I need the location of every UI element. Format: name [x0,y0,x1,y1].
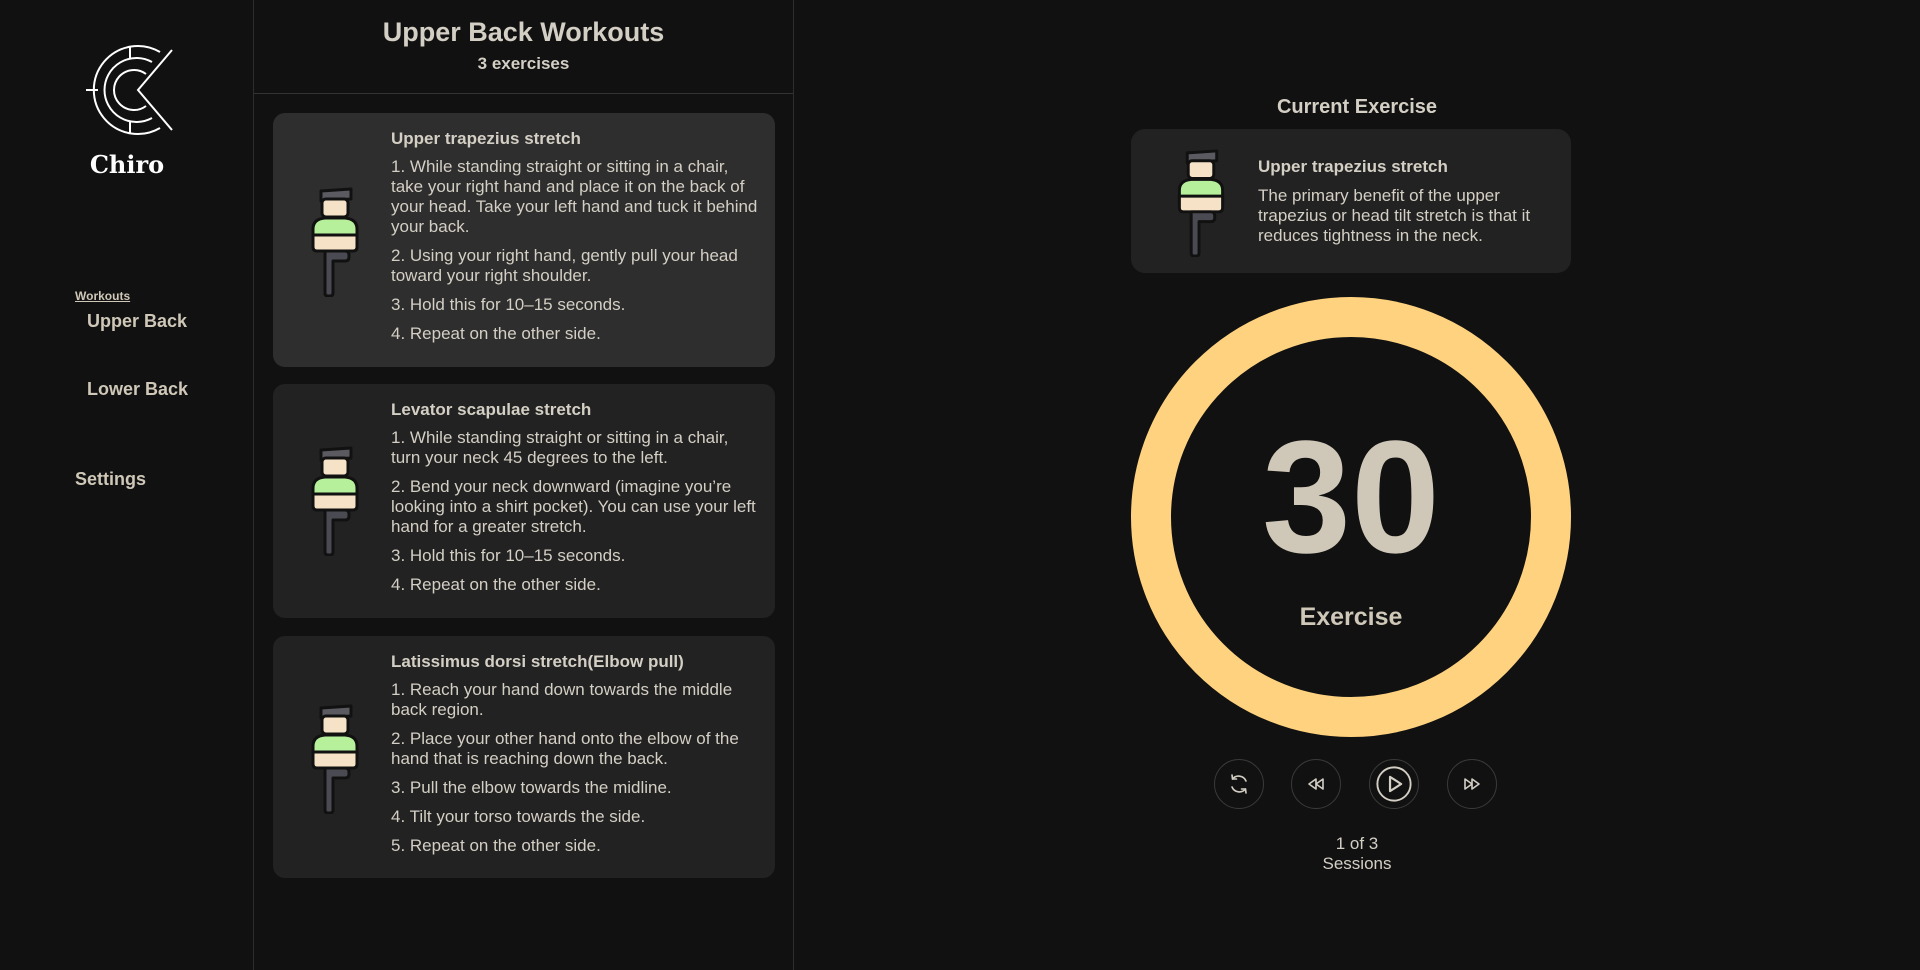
exercise-list-pane: Upper Back Workouts 3 exercises Upper tr… [254,0,794,970]
brand-name: Chiro [89,150,165,179]
exercise-step: 4. Tilt your torso towards the side. [391,807,646,826]
chiro-logo-icon[interactable] [80,40,180,140]
stretch-figure-icon [307,444,363,556]
exercise-step: 1. While standing straight or sitting in… [391,157,758,236]
timer-label: Exercise [1299,603,1403,631]
exercise-card-body: Levator scapulae stretch 1. While standi… [391,400,759,604]
sidebar-item-upper-back[interactable]: Upper Back [87,311,187,332]
nav-section-workouts[interactable]: Workouts [75,289,130,303]
session-label: Sessions [1322,854,1392,873]
current-exercise-description: The primary benefit of the upper trapezi… [1258,186,1531,245]
exercise-title: Upper trapezius stretch [391,129,581,148]
play-icon [1376,766,1412,802]
exercise-step: 3. Pull the elbow towards the midline. [391,778,672,797]
exercise-step: 2. Place your other hand onto the elbow … [391,729,739,768]
session-counter: 1 of 3 Sessions [794,834,1920,874]
exercise-step: 4. Repeat on the other side. [391,324,601,343]
exercise-player: Current Exercise Upper trapezius stretch… [794,0,1920,970]
sidebar: Chiro Workouts Upper Back Lower Back Set… [0,0,254,970]
rewind-icon [1308,778,1324,790]
fast-forward-button[interactable] [1447,759,1497,809]
player-controls [1214,759,1514,811]
sidebar-item-lower-back[interactable]: Lower Back [87,379,188,400]
stretch-figure-icon [307,185,363,297]
current-exercise-title: Upper trapezius stretch [1258,157,1448,176]
exercise-step: 2. Bend your neck downward (imagine you’… [391,477,756,536]
exercise-step: 2. Using your right hand, gently pull yo… [391,246,738,285]
reset-icon [1231,774,1247,794]
exercise-title: Levator scapulae stretch [391,400,592,419]
exercise-step: 4. Repeat on the other side. [391,575,601,594]
exercise-step: 3. Hold this for 10–15 seconds. [391,295,626,314]
exercise-card-body: Upper trapezius stretch 1. While standin… [391,129,759,353]
stretch-figure-icon [307,702,363,814]
play-button[interactable] [1369,759,1419,809]
rewind-button[interactable] [1291,759,1341,809]
exercise-card[interactable]: Latissimus dorsi stretch(Elbow pull) 1. … [273,636,775,878]
exercise-step: 1. While standing straight or sitting in… [391,428,729,467]
list-header: Upper Back Workouts 3 exercises [254,0,793,94]
exercise-step: 1. Reach your hand down towards the midd… [391,680,733,719]
timer-value: 30 [1262,407,1440,586]
exercise-count: 3 exercises [477,54,570,73]
stretch-figure-icon [1173,147,1229,257]
exercise-card-body: Latissimus dorsi stretch(Elbow pull) 1. … [391,652,759,865]
sidebar-item-settings[interactable]: Settings [75,469,146,490]
session-count: 1 of 3 [1335,834,1379,853]
exercise-step: 3. Hold this for 10–15 seconds. [391,546,626,565]
current-exercise-label: Current Exercise [1276,96,1438,118]
exercise-title: Latissimus dorsi stretch(Elbow pull) [391,652,684,671]
current-exercise-card: Upper trapezius stretch The primary bene… [1131,129,1571,273]
page-title: Upper Back Workouts [382,17,665,47]
fast-forward-icon [1464,778,1480,790]
reset-button[interactable] [1214,759,1264,809]
timer: 30 Exercise [1131,297,1571,737]
exercise-card[interactable]: Upper trapezius stretch 1. While standin… [273,113,775,367]
exercise-card[interactable]: Levator scapulae stretch 1. While standi… [273,384,775,618]
current-exercise-body: Upper trapezius stretch The primary bene… [1258,157,1549,246]
exercise-step: 5. Repeat on the other side. [391,836,601,855]
